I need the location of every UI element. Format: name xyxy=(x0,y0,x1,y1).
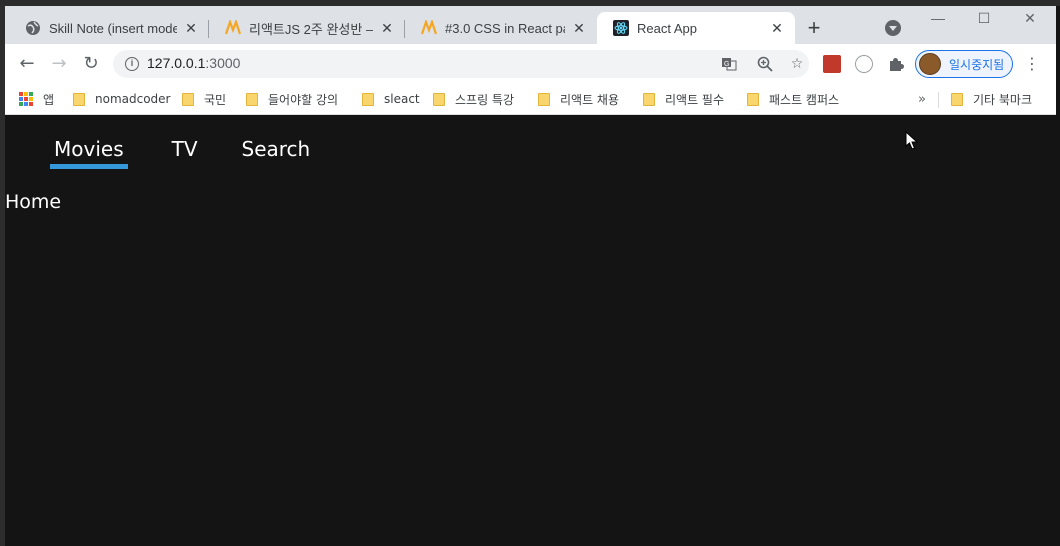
tab-skill-note[interactable]: Skill Note (insert mode) ✕ xyxy=(9,12,209,44)
bookmark-label: 리액트 채용 xyxy=(560,92,620,107)
menu-kebab-icon[interactable]: ⋮ xyxy=(1024,54,1040,74)
bookmark-label: 기타 북마크 xyxy=(973,92,1033,107)
bookmark-label: 국민 xyxy=(204,92,227,107)
bookmark-divider xyxy=(938,92,939,108)
puzzle-extensions-icon[interactable] xyxy=(887,55,905,73)
extension-circle-icon[interactable] xyxy=(855,55,873,73)
new-tab-button[interactable]: + xyxy=(802,17,826,41)
tab-strip: Skill Note (insert mode) ✕ 리액트JS 2주 완성반 … xyxy=(5,6,1056,44)
bookmark-item[interactable]: 패스트 캠퍼스 xyxy=(747,88,839,110)
bookmark-item[interactable]: 들어야할 강의 xyxy=(246,88,338,110)
folder-icon xyxy=(951,92,963,106)
close-tab-icon[interactable]: ✕ xyxy=(769,20,785,36)
folder-icon xyxy=(182,92,194,106)
address-bar[interactable]: i 127.0.0.1:3000 G ☆ xyxy=(113,50,809,78)
bookmark-label: 앱 xyxy=(43,92,55,107)
bookmark-item[interactable]: 스프링 특강 xyxy=(433,88,514,110)
folder-icon xyxy=(246,92,258,106)
url-port: :3000 xyxy=(205,55,241,71)
react-logo-icon xyxy=(613,20,629,36)
nav-link-movies[interactable]: Movies xyxy=(50,137,128,169)
translate-icon[interactable]: G xyxy=(721,56,737,72)
reload-icon[interactable]: ↻ xyxy=(79,52,103,76)
bookmark-star-icon[interactable]: ☆ xyxy=(789,56,805,72)
bookmark-item[interactable]: 리액트 채용 xyxy=(538,88,619,110)
maximize-button[interactable]: ☐ xyxy=(964,10,1004,30)
apps-grid-icon xyxy=(19,92,33,106)
forward-arrow-icon[interactable]: → xyxy=(47,52,71,76)
profile-button[interactable]: 일시중지됨 xyxy=(915,50,1013,78)
nav-link-tv[interactable]: TV xyxy=(172,137,198,169)
folder-icon xyxy=(73,92,85,106)
page-viewport: Movies TV Search Home xyxy=(5,115,1056,546)
bookmark-label: 패스트 캠퍼스 xyxy=(769,92,840,107)
bookmark-item[interactable]: sleact xyxy=(362,88,420,110)
url-host: 127.0.0.1 xyxy=(147,55,206,71)
tab-title: #3.0 CSS in React part 1 xyxy=(445,20,565,36)
close-tab-icon[interactable]: ✕ xyxy=(183,20,199,36)
profile-status: 일시중지됨 xyxy=(949,57,1005,72)
tab-search-icon[interactable] xyxy=(885,20,901,36)
folder-icon xyxy=(433,92,445,106)
minimize-button[interactable]: — xyxy=(918,10,958,30)
zoom-icon[interactable] xyxy=(757,56,773,72)
close-tab-icon[interactable]: ✕ xyxy=(571,20,587,36)
tab-title: React App xyxy=(637,20,697,36)
nomad-logo-icon xyxy=(225,20,241,36)
folder-icon xyxy=(643,92,655,106)
folder-icon xyxy=(362,92,374,106)
folder-icon xyxy=(747,92,759,106)
site-info-icon[interactable]: i xyxy=(125,57,139,71)
other-bookmarks[interactable]: 기타 북마크 xyxy=(951,88,1032,110)
tab-css-in-react[interactable]: #3.0 CSS in React part 1 ✕ xyxy=(405,12,597,44)
app-header-nav: Movies TV Search xyxy=(50,137,354,169)
bookmark-item[interactable]: 국민 xyxy=(182,88,226,110)
avatar xyxy=(919,53,941,75)
bookmark-label: 들어야할 강의 xyxy=(268,92,339,107)
bookmark-apps[interactable]: 앱 xyxy=(19,88,54,110)
browser-window: Skill Note (insert mode) ✕ 리액트JS 2주 완성반 … xyxy=(5,6,1056,546)
bookmark-label: nomadcoder xyxy=(95,92,171,106)
tab-title: Skill Note (insert mode) xyxy=(49,20,177,36)
globe-icon xyxy=(25,20,41,36)
extension-red-icon[interactable] xyxy=(823,55,841,73)
svg-text:G: G xyxy=(724,61,729,68)
nomad-logo-icon xyxy=(421,20,437,36)
back-arrow-icon[interactable]: ← xyxy=(15,52,39,76)
close-window-button[interactable]: ✕ xyxy=(1010,10,1050,30)
url-text[interactable]: 127.0.0.1:3000 xyxy=(147,55,240,71)
bookmarks-bar: 앱 nomadcoder 국민 들어야할 강의 sleact 스프링 특강 리액… xyxy=(5,84,1056,115)
close-tab-icon[interactable]: ✕ xyxy=(379,20,395,36)
bookmark-label: sleact xyxy=(384,92,420,106)
folder-icon xyxy=(538,92,550,106)
browser-toolbar: ← → ↻ i 127.0.0.1:3000 G ☆ 일시중지됨 ⋮ xyxy=(5,44,1056,84)
bookmark-item[interactable]: 리액트 필수 xyxy=(643,88,724,110)
tab-title: 리액트JS 2주 완성반 – N xyxy=(249,21,373,37)
bookmark-item[interactable]: nomadcoder xyxy=(73,88,170,110)
tab-react-app[interactable]: React App ✕ xyxy=(597,12,795,44)
bookmark-label: 리액트 필수 xyxy=(665,92,725,107)
tab-react-course[interactable]: 리액트JS 2주 완성반 – N ✕ xyxy=(209,12,405,44)
bookmark-label: 스프링 특강 xyxy=(455,92,515,107)
nav-link-search[interactable]: Search xyxy=(242,137,311,169)
route-content-text: Home xyxy=(5,191,62,213)
more-bookmarks-chevron-icon[interactable]: » xyxy=(918,92,926,107)
